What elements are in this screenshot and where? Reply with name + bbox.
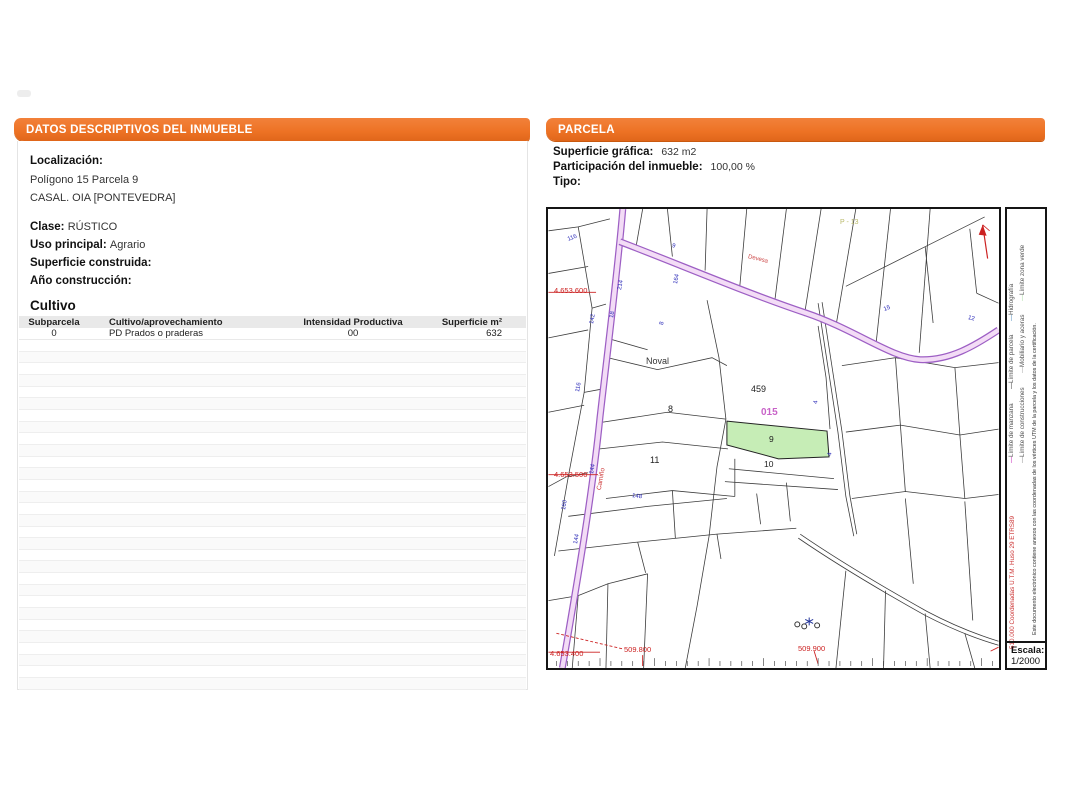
legend-item: — Límite zona verde [1019,245,1026,301]
superficie-grafica-value: 632 m2 [661,146,696,158]
legend-item-label: Límite de parcela [1008,335,1015,383]
empty-table-row [19,538,526,550]
col-intensidad: Intensidad Productiva [268,317,438,328]
col-superficie: Superficie m² [438,317,526,328]
empty-table-row [19,527,526,539]
tipo-row: Tipo: [553,176,1023,188]
localizacion-line1: Polígono 15 Parcela 9 [30,174,515,186]
superficie-grafica-row: Superficie gráfica: 632 m2 [553,146,1023,158]
empty-table-row [19,398,526,410]
col-cultivo: Cultivo/aprovechamiento [89,317,268,328]
participacion-value: 100,00 % [711,161,755,173]
participacion-row: Participación del inmueble: 100,00 % [553,161,1023,173]
superficie-construida-row: Superficie construida: [30,257,515,269]
empty-table-row [19,422,526,434]
col-subparcela: Subparcela [19,317,89,328]
localizacion-line2: CASAL. OIA [PONTEVEDRA] [30,192,515,204]
cultivo-title: Cultivo [30,298,515,313]
uso-principal-row: Uso principal: Agrario [30,239,515,251]
legend-symbol: — [1019,367,1026,373]
empty-table-row [19,340,526,352]
legend-column-1: — Límite de manzana— Límite de parcela— … [1008,215,1015,463]
legend-item-label: Límite de construcciones [1019,387,1026,457]
scale-label: Escala: [1011,645,1041,656]
empty-table-row [19,655,526,667]
legend-symbol: — [1008,383,1015,389]
legend-item: — Mobiliario y aceras [1019,315,1026,374]
empty-table-row [19,352,526,364]
empty-table-row [19,666,526,678]
empty-table-row [19,480,526,492]
legend-column-2: — Límite de construcciones— Mobiliario y… [1019,215,1026,463]
section-header-label: PARCELA [558,124,615,136]
empty-table-row [19,550,526,562]
empty-table-row [19,631,526,643]
legend-symbol: — [1019,295,1026,301]
legend-item: — Límite de parcela [1008,335,1015,389]
empty-table-row [19,503,526,515]
empty-table-row [19,445,526,457]
legend-footer-note: Este documento electrónico contiene anex… [1032,217,1038,635]
empty-table-row [19,620,526,632]
empty-table-row [19,608,526,620]
highlighted-parcel [727,421,829,459]
empty-table-row [19,410,526,422]
legend-item-label: Hidrografía [1008,284,1015,315]
empty-table-row [19,363,526,375]
empty-table-row [19,387,526,399]
legend-symbol: — [1008,315,1015,321]
clase-row: Clase: RÚSTICO [30,221,515,233]
empty-table-row [19,643,526,655]
legend-item: — Límite de manzana [1008,403,1015,463]
empty-table-row [19,596,526,608]
clase-value: RÚSTICO [68,221,118,233]
cultivo-empty-rows [19,340,526,690]
certificate-page: DATOS DESCRIPTIVOS DEL INMUEBLE Localiza… [0,0,1067,800]
empty-table-row [19,492,526,504]
empty-table-row [19,585,526,597]
legend-item-label: Mobiliario y aceras [1019,315,1026,368]
scale-box: Escala: 1/2000 [1007,641,1045,668]
table-row: 0 PD Prados o praderas 00 632 [19,328,526,340]
section-header-label: DATOS DESCRIPTIVOS DEL INMUEBLE [26,124,253,136]
section-header-datos-descriptivos: DATOS DESCRIPTIVOS DEL INMUEBLE [14,118,530,141]
empty-table-row [19,515,526,527]
localizacion-label: Localización: [30,155,515,167]
cadastral-linework [548,209,999,668]
legend-item-label: Límite zona verde [1019,245,1026,295]
north-arrow [979,225,990,259]
scale-value: 1/2000 [1011,656,1041,667]
legend-symbol: — [1019,457,1026,463]
parcela-info: Superficie gráfica: 632 m2 Participación… [553,146,1023,191]
legend-item: — Hidrografía [1008,284,1015,321]
legend-item: — Límite de construcciones [1019,387,1026,463]
empty-table-row [19,457,526,469]
cultivo-table-header: Subparcela Cultivo/aprovechamiento Inten… [19,316,526,328]
structures-symbol [795,617,820,628]
empty-table-row [19,561,526,573]
legend-item-label: Límite de manzana [1008,403,1015,457]
section-header-parcela: PARCELA [546,118,1045,141]
anio-construccion-row: Año construcción: [30,275,515,287]
empty-table-row [19,433,526,445]
artifact-smudge [17,90,31,97]
cultivo-table: Subparcela Cultivo/aprovechamiento Inten… [19,316,526,340]
empty-table-row [19,678,526,690]
uso-value: Agrario [110,239,145,251]
legend-coordinates-note: 510.000 Coordenadas U.T.M. Huso 29 ETRS8… [1009,463,1016,649]
map-legend-strip: — Límite de manzana— Límite de parcela— … [1005,207,1047,670]
empty-table-row [19,573,526,585]
empty-table-row [19,468,526,480]
datos-descriptivos-panel: Localización: Polígono 15 Parcela 9 CASA… [17,141,528,690]
empty-table-row [19,375,526,387]
cadastral-map: Noval459811910015P - 134.653.6004.653.50… [546,207,1001,670]
